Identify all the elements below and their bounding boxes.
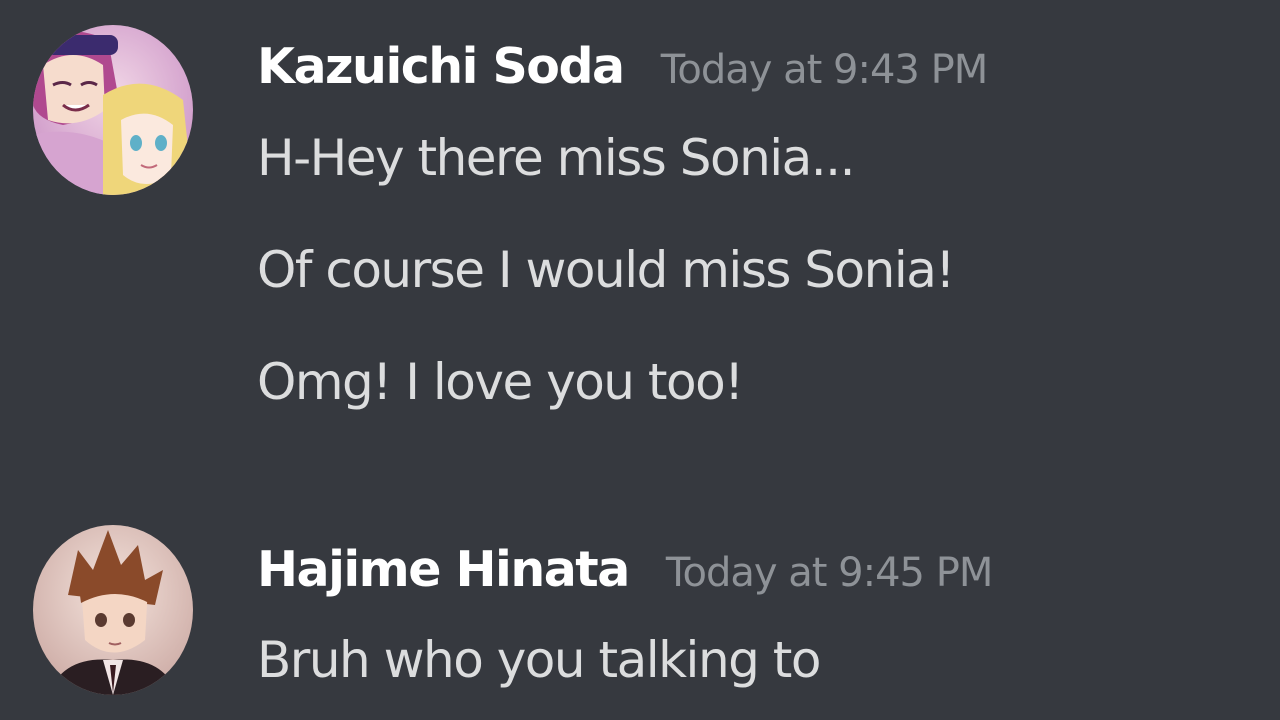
avatar[interactable] [33, 525, 193, 695]
message-content: Kazuichi Soda Today at 9:43 PM H-Hey the… [257, 22, 1257, 448]
username[interactable]: Hajime Hinata [257, 522, 630, 618]
message-header: Hajime Hinata Today at 9:45 PM [257, 522, 1257, 614]
anime-avatar-icon [33, 525, 193, 695]
avatar[interactable] [33, 25, 193, 195]
anime-avatar-icon [33, 25, 193, 195]
timestamp: Today at 9:45 PM [665, 550, 993, 596]
message-text: Bruh who you talking to [257, 631, 821, 689]
message-header: Kazuichi Soda Today at 9:43 PM [257, 22, 1257, 112]
message-content: Hajime Hinata Today at 9:45 PM Bruh who … [257, 522, 1257, 720]
timestamp: Today at 9:43 PM [660, 47, 988, 93]
message-text: H-Hey there miss Sonia... [257, 129, 855, 187]
message-text: Omg! I love you too! [257, 353, 744, 411]
username[interactable]: Kazuichi Soda [257, 22, 625, 112]
message-text: Of course I would miss Sonia! [257, 241, 955, 299]
chat-message-list: Kazuichi Soda Today at 9:43 PM H-Hey the… [0, 0, 1280, 720]
